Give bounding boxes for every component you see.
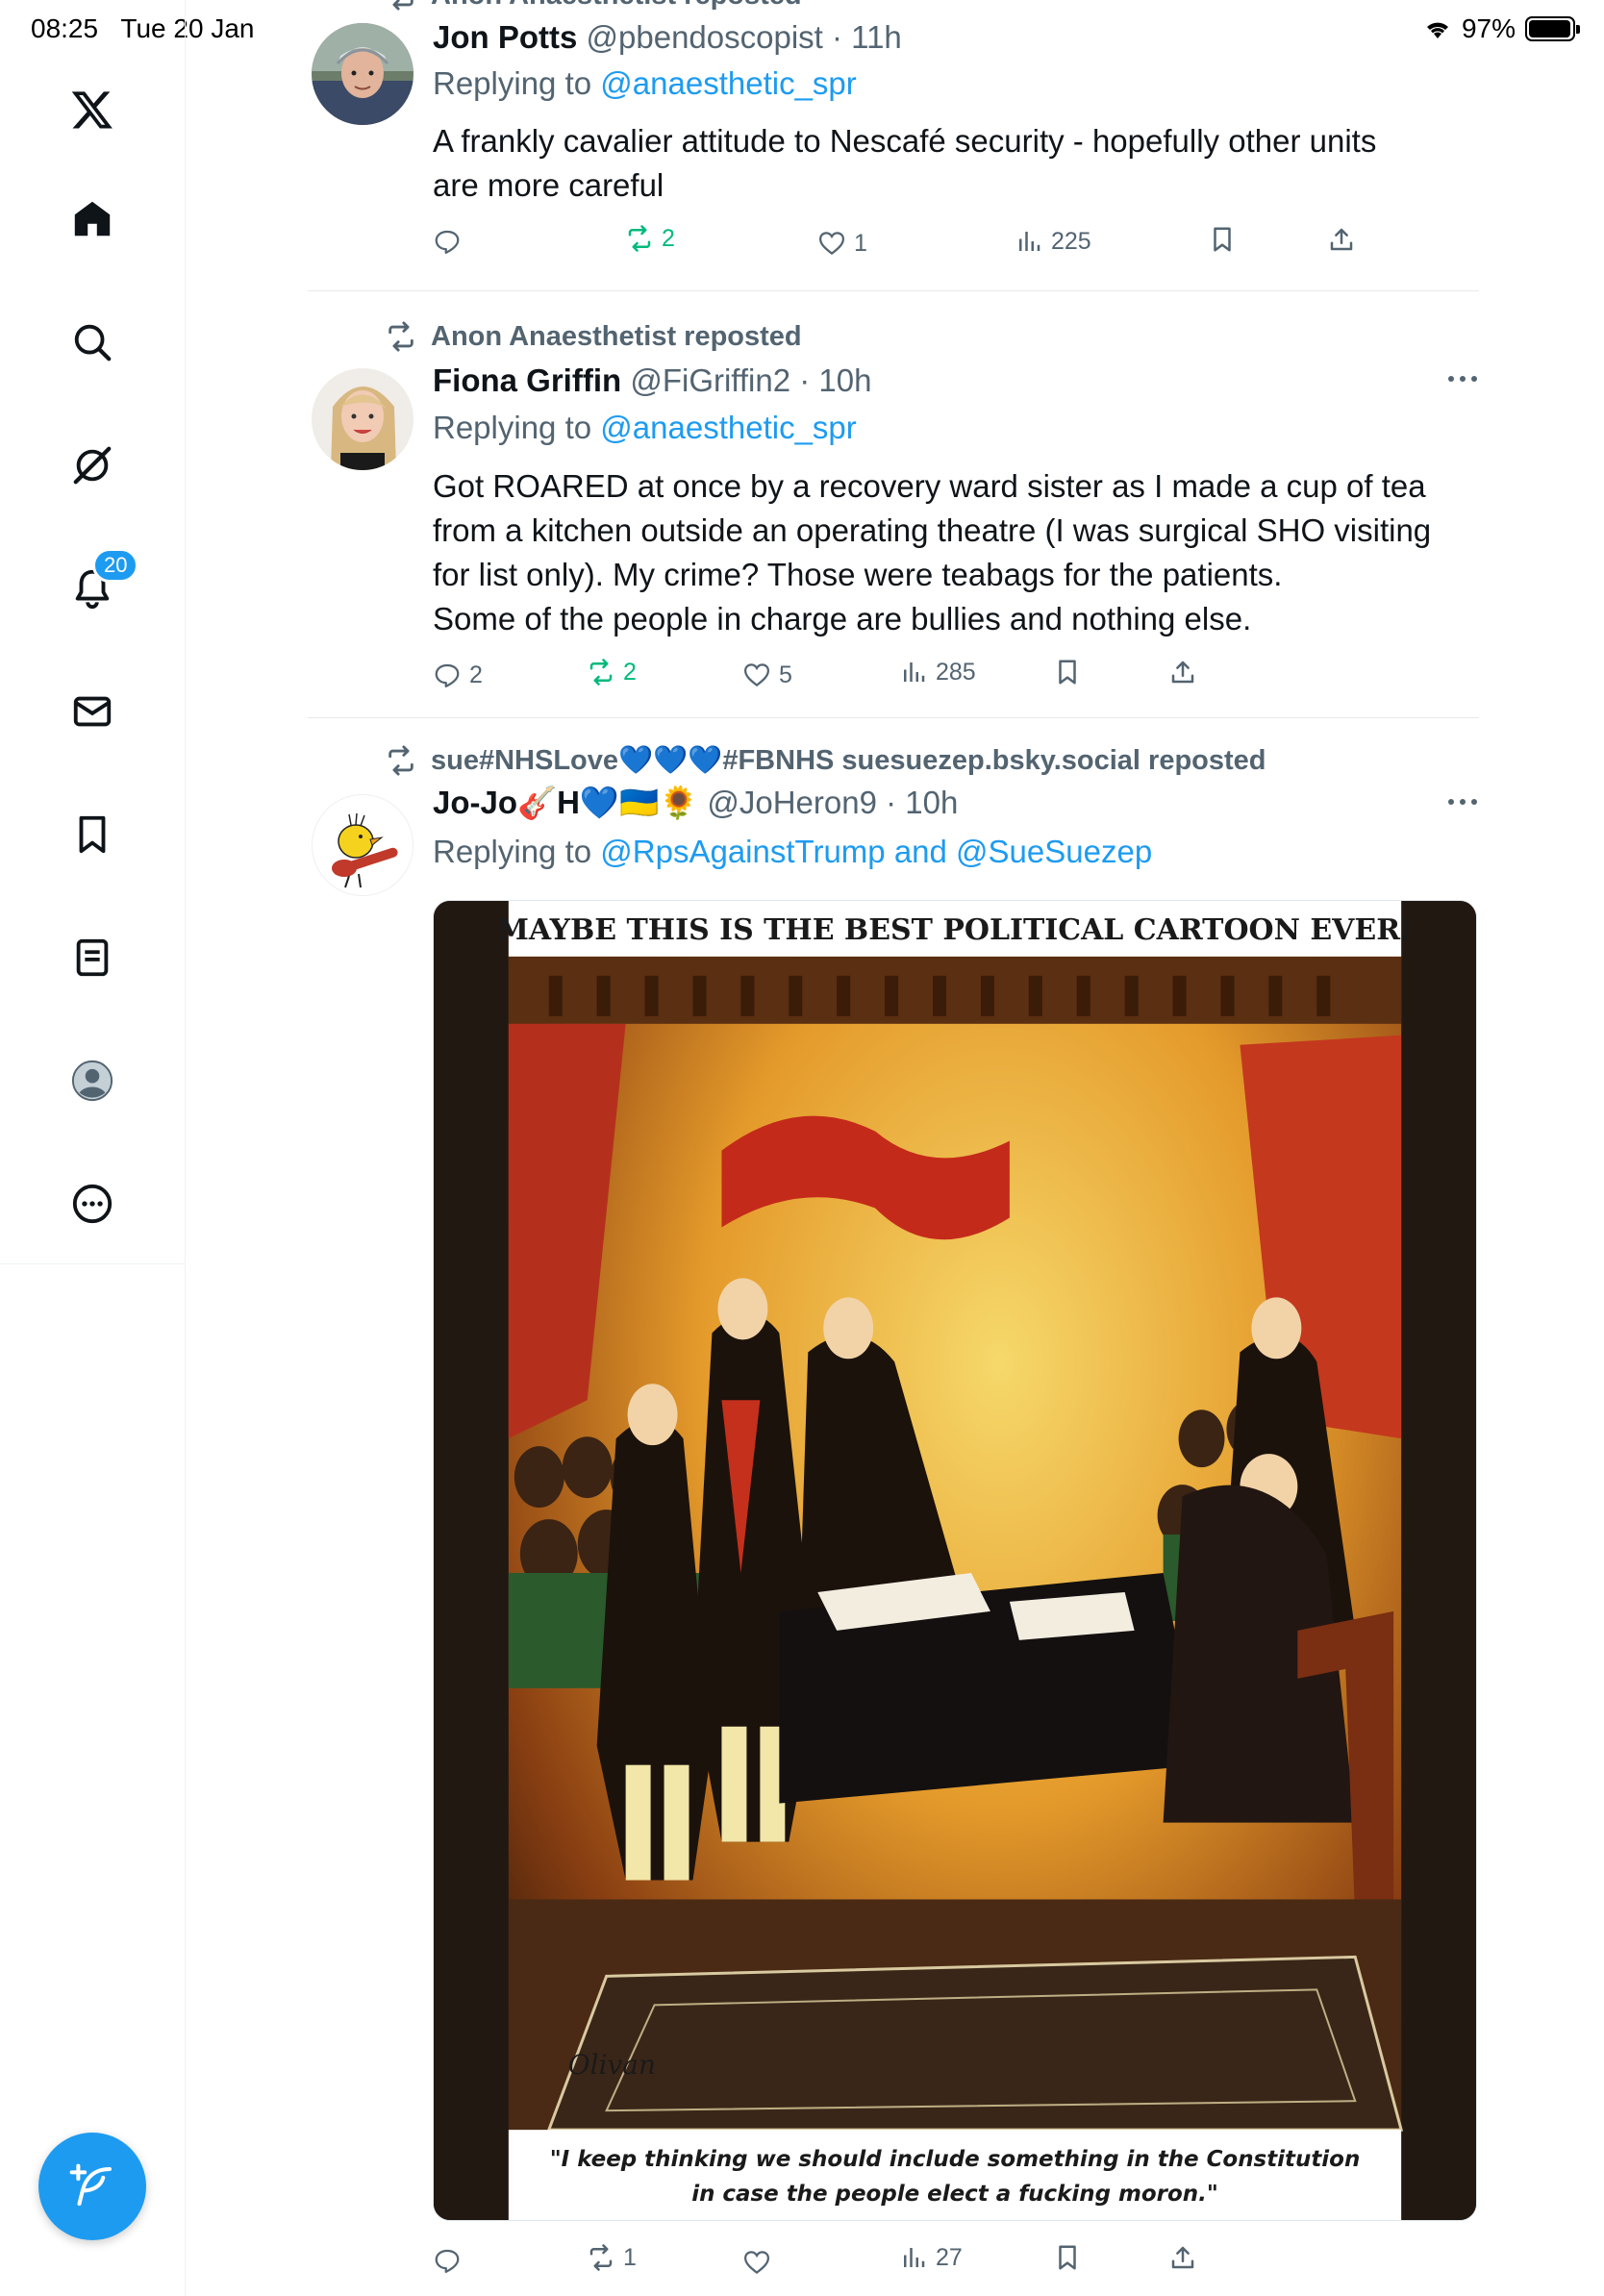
repost-icon (388, 745, 414, 776)
replying-to: Replying to @RpsAgainstTrump and @SueSue… (433, 834, 1153, 869)
display-name[interactable]: Jo-Jo🎸H💙🇺🇦🌻 (433, 785, 698, 820)
x-logo-button[interactable] (60, 77, 125, 142)
more-circle-icon (72, 1184, 113, 1224)
nav-profile[interactable] (60, 1048, 125, 1113)
nav-notifications[interactable]: 20 (60, 548, 139, 621)
search-icon (74, 324, 112, 362)
bookmark-icon (1059, 2245, 1076, 2270)
sidebar-divider (0, 1263, 186, 1264)
like-button[interactable] (742, 2248, 779, 2277)
reply-icon (435, 2249, 460, 2273)
nav-lists[interactable] (60, 925, 125, 990)
notifications-badge: 20 (92, 548, 139, 583)
nav-explore[interactable] (60, 310, 125, 375)
nav-home[interactable] (60, 187, 125, 252)
repost-indicator: sue#NHSLove💙💙💙#FBNHS suesuezep.bsky.soci… (385, 744, 1266, 777)
avatar-woodstock (313, 795, 413, 895)
more-icon (1448, 799, 1477, 805)
nav-grok[interactable] (60, 433, 125, 498)
views-button[interactable]: 27 (899, 2243, 963, 2272)
cartoon-headline: MAYBE THIS IS THE BEST POLITICAL CARTOON… (497, 913, 1413, 947)
profile-avatar-icon (71, 1060, 113, 1102)
bookmark-icon (79, 815, 106, 854)
battery-icon (1525, 16, 1580, 41)
mention-link[interactable]: @RpsAgainstTrump and @SueSuezep (600, 834, 1152, 869)
analytics-icon (904, 2248, 925, 2267)
cartoon-caption-line1: "I keep thinking we should include somet… (550, 2147, 1361, 2172)
nav-more[interactable] (60, 1171, 125, 1236)
share-icon (1171, 2246, 1194, 2269)
home-icon (74, 201, 111, 237)
avatar[interactable] (312, 794, 414, 896)
sidebar: 20 (0, 0, 186, 2296)
nav-messages[interactable] (60, 679, 125, 744)
share-button[interactable] (1168, 2243, 1197, 2272)
reply-button[interactable] (433, 2246, 469, 2275)
bookmark-button[interactable] (1053, 2243, 1082, 2272)
grok-icon (73, 446, 112, 485)
cartoon-illustration: MAYBE THIS IS THE BEST POLITICAL CARTOON… (434, 901, 1476, 2220)
list-icon (76, 938, 109, 977)
handle-time[interactable]: @JoHeron9 · 10h (707, 785, 958, 820)
post-image-cartoon[interactable]: MAYBE THIS IS THE BEST POLITICAL CARTOON… (433, 900, 1477, 2221)
post-header: Jo-Jo🎸H💙🇺🇦🌻 @JoHeron9 · 10h (433, 785, 958, 822)
repost-icon (589, 2244, 613, 2271)
x-logo-icon (71, 91, 113, 129)
post-jo-jo[interactable]: sue#NHSLove💙💙💙#FBNHS suesuezep.bsky.soci… (308, 0, 1479, 2296)
repost-button[interactable]: 1 (587, 2243, 637, 2272)
cartoon-signature: Olivan (568, 2049, 656, 2081)
more-options-button[interactable] (1446, 782, 1479, 814)
cartoon-caption-line2: in case the people elect a fucking moron… (691, 2182, 1218, 2207)
heart-icon (743, 2251, 770, 2275)
mail-icon (73, 696, 112, 727)
nav-bookmarks[interactable] (60, 802, 125, 867)
feather-plus-icon (69, 2163, 113, 2207)
compose-post-button[interactable] (38, 2133, 146, 2240)
